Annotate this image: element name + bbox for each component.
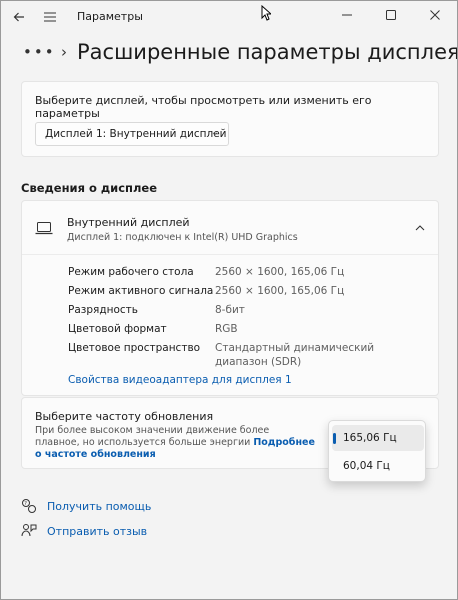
- back-button[interactable]: [6, 4, 32, 30]
- display-picker-card: Выберите дисплей, чтобы просмотреть или …: [21, 81, 439, 157]
- minimize-icon: [342, 14, 352, 16]
- refresh-rate-dropdown: 165,06 Гц 60,04 Гц: [328, 420, 426, 482]
- property-key: Режим рабочего стола: [68, 266, 194, 278]
- property-key: Цветовой формат: [68, 323, 167, 335]
- maximize-button[interactable]: [369, 1, 413, 29]
- property-row: Цветовой формат RGB: [68, 320, 428, 339]
- back-arrow-icon: [13, 12, 24, 22]
- section-title: Сведения о дисплее: [21, 181, 158, 195]
- hamburger-icon: [44, 12, 56, 22]
- mouse-cursor-icon: [261, 5, 271, 21]
- device-subtitle: Дисплей 1: подключен к Intel(R) UHD Grap…: [67, 232, 298, 243]
- refresh-rate-desc-text: При более высоком значении движение боле…: [35, 425, 270, 448]
- menu-button[interactable]: [37, 4, 63, 30]
- property-value: Стандартный динамический диапазон (SDR): [215, 342, 375, 368]
- chevron-down-icon: ⌄: [210, 127, 219, 138]
- get-help-link[interactable]: ? Получить помощь: [21, 498, 151, 514]
- property-row: Цветовое пространство Стандартный динами…: [68, 339, 428, 369]
- page-title: Расширенные параметры дисплея: [77, 40, 458, 64]
- display-properties: Режим рабочего стола 2560 × 1600, 165,06…: [68, 263, 428, 369]
- property-value: 2560 × 1600, 165,06 Гц: [215, 285, 345, 297]
- window-controls: [325, 1, 457, 29]
- breadcrumb-more-button[interactable]: •••: [23, 43, 54, 61]
- breadcrumb-chevron-icon: ›: [61, 43, 67, 61]
- refresh-rate-description: При более высоком значении движение боле…: [35, 425, 315, 461]
- close-button[interactable]: [413, 1, 457, 29]
- close-icon: [430, 10, 440, 20]
- refresh-rate-option[interactable]: 60,04 Гц: [332, 453, 424, 479]
- display-info-header[interactable]: Внутренний дисплей Дисплей 1: подключен …: [22, 201, 438, 255]
- adapter-properties-link[interactable]: Свойства видеоадаптера для дисплея 1: [68, 374, 292, 386]
- help-icon: ?: [21, 498, 37, 514]
- refresh-rate-option-selected[interactable]: 165,06 Гц: [332, 425, 424, 451]
- display-info-card: Внутренний дисплей Дисплей 1: подключен …: [21, 200, 439, 396]
- property-value: 2560 × 1600, 165,06 Гц: [215, 266, 345, 278]
- display-picker-hint: Выберите дисплей, чтобы просмотреть или …: [35, 94, 372, 120]
- page-header: ••• › Расширенные параметры дисплея: [23, 37, 458, 67]
- device-name: Внутренний дисплей: [67, 216, 190, 229]
- property-value: RGB: [215, 323, 238, 335]
- feedback-icon: [21, 523, 37, 539]
- display-select[interactable]: Дисплей 1: Внутренний дисплей ⌄: [35, 122, 229, 146]
- property-key: Цветовое пространство: [68, 342, 201, 354]
- send-feedback-label: Отправить отзыв: [47, 524, 148, 538]
- property-value: 8-бит: [215, 304, 245, 316]
- property-row: Разрядность 8-бит: [68, 301, 428, 320]
- window-title: Параметры: [77, 10, 143, 23]
- minimize-button[interactable]: [325, 1, 369, 29]
- get-help-label: Получить помощь: [47, 499, 152, 513]
- display-select-value: Дисплей 1: Внутренний дисплей: [45, 128, 227, 140]
- refresh-rate-title: Выберите частоту обновления: [35, 410, 214, 423]
- maximize-icon: [386, 10, 396, 20]
- svg-text:?: ?: [24, 501, 27, 507]
- title-bar: Параметры: [1, 1, 457, 31]
- monitor-icon: [35, 222, 53, 235]
- property-key: Разрядность: [68, 304, 138, 316]
- property-row: Режим рабочего стола 2560 × 1600, 165,06…: [68, 263, 428, 282]
- settings-window: Параметры ••• › Расширенные параметры ди…: [0, 0, 458, 600]
- property-row: Режим активного сигнала 2560 × 1600, 165…: [68, 282, 428, 301]
- chevron-up-icon[interactable]: [415, 221, 425, 234]
- send-feedback-link[interactable]: Отправить отзыв: [21, 523, 147, 539]
- property-key: Режим активного сигнала: [68, 285, 214, 297]
